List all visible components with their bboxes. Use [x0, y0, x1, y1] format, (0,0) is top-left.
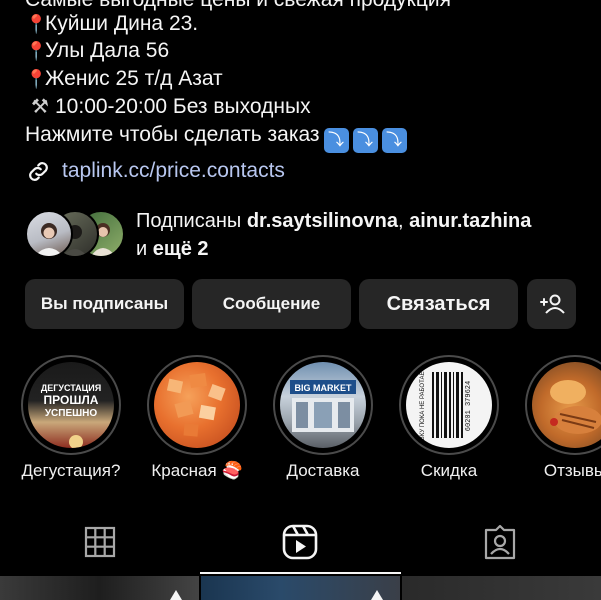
highlight-item[interactable]: Красная 🍣	[147, 355, 247, 480]
pin-icon: 📍	[25, 14, 48, 34]
reels-grid	[0, 576, 601, 600]
hammer-pick-icon: ⚒	[31, 96, 49, 118]
grid-icon	[84, 526, 116, 558]
cover-text: ПРОШЛА	[44, 393, 99, 407]
bio-address-text: Улы Дала 56	[45, 39, 170, 62]
highlight-ring[interactable]	[147, 355, 247, 455]
arrow-down-icon: ⤵	[352, 128, 378, 153]
highlight-label[interactable]: Отзывы	[495, 461, 601, 481]
bio-address-1: 📍Куйши Дина 23.	[25, 11, 198, 37]
cover-text: АВКУ ПОКА НЕ РАБОТАЕТ	[420, 367, 426, 444]
reel-thumbnail[interactable]	[201, 576, 400, 600]
highlight-ring[interactable]: BIG MARKET	[273, 355, 373, 455]
tab-posts[interactable]	[0, 522, 200, 562]
reels-icon	[282, 524, 318, 560]
cover-text: УСПЕШНО	[45, 408, 98, 419]
active-tab-indicator	[200, 572, 401, 574]
bio-address-3: 📍Женис 25 т/д Азат	[25, 66, 223, 92]
arrow-down-icon: ⤵	[381, 128, 407, 153]
highlight-item[interactable]: Отзывы	[525, 355, 601, 480]
highlight-cover: АВКУ ПОКА НЕ РАБОТАЕТ 60201 379624	[406, 362, 492, 448]
mutual-followers[interactable]: Подписаны dr.saytsilinovna, ainur.tazhin…	[25, 207, 595, 260]
highlight-cover	[154, 362, 240, 448]
tagged-icon	[484, 524, 516, 560]
highlight-ring[interactable]: АВКУ ПОКА НЕ РАБОТАЕТ 60201 379624	[399, 355, 499, 455]
followed-by-prefix: Подписаны	[136, 210, 247, 232]
arrow-down-icon: ⤵	[323, 128, 349, 153]
cover-text: ДЕГУСТАЦИЯ	[41, 383, 101, 393]
pin-post-icon	[170, 590, 182, 600]
bio-order-cta: Нажмите чтобы сделать заказ ⤵ ⤵ ⤵	[25, 122, 407, 153]
pin-icon: 📍	[25, 41, 48, 61]
reel-thumbnail[interactable]	[402, 576, 601, 600]
more-followers[interactable]: ещё 2	[153, 238, 209, 260]
highlight-item[interactable]: АВКУ ПОКА НЕ РАБОТАЕТ 60201 379624 Скидк…	[399, 355, 499, 480]
pin-post-icon	[371, 590, 383, 600]
highlight-ring[interactable]: ДЕГУСТАЦИЯ ПРОШЛА УСПЕШНО	[21, 355, 121, 455]
tab-tagged[interactable]	[400, 522, 600, 562]
tab-reels[interactable]	[200, 522, 400, 562]
highlight-ring[interactable]	[525, 355, 601, 455]
separator: ,	[398, 210, 410, 232]
pin-icon: 📍	[25, 69, 48, 89]
profile-tabs	[0, 510, 601, 576]
highlight-item[interactable]: ДЕГУСТАЦИЯ ПРОШЛА УСПЕШНО Дегустация?	[21, 355, 121, 480]
link-icon	[29, 162, 48, 181]
add-person-icon	[539, 294, 565, 314]
bio-address-2: 📍Улы Дала 56	[25, 38, 169, 64]
bio-address-text: Женис 25 т/д Азат	[45, 67, 223, 90]
highlight-cover: BIG MARKET	[280, 362, 366, 448]
followed-by-text[interactable]: Подписаны dr.saytsilinovna, ainur.tazhin…	[136, 207, 596, 263]
highlight-cover: ДЕГУСТАЦИЯ ПРОШЛА УСПЕШНО	[28, 362, 114, 448]
highlight-cover	[532, 362, 601, 448]
cover-text: BIG MARKET	[295, 383, 352, 393]
reel-thumbnail[interactable]	[0, 576, 199, 600]
bio-hours: ⚒ 10:00-20:00 Без выходных	[25, 94, 311, 120]
follower-username[interactable]: ainur.tazhina	[409, 210, 531, 232]
bio-address-text: Куйши Дина 23.	[45, 12, 199, 35]
suggest-people-button[interactable]	[527, 279, 576, 329]
message-button[interactable]: Сообщение	[192, 279, 351, 329]
following-button[interactable]: Вы подписаны	[25, 279, 184, 329]
cover-text: 60201 379624	[465, 381, 473, 431]
bio-hours-text: 10:00-20:00 Без выходных	[55, 95, 311, 118]
and-text: и	[136, 238, 153, 260]
bio-order-text: Нажмите чтобы сделать заказ	[25, 123, 320, 146]
avatar[interactable]	[25, 210, 73, 258]
follower-username[interactable]: dr.saytsilinovna	[247, 210, 398, 232]
contact-button[interactable]: Связаться	[359, 279, 518, 329]
link-text[interactable]: taplink.cc/price.contacts	[62, 157, 285, 185]
highlight-item[interactable]: BIG MARKET Доставка	[273, 355, 373, 480]
